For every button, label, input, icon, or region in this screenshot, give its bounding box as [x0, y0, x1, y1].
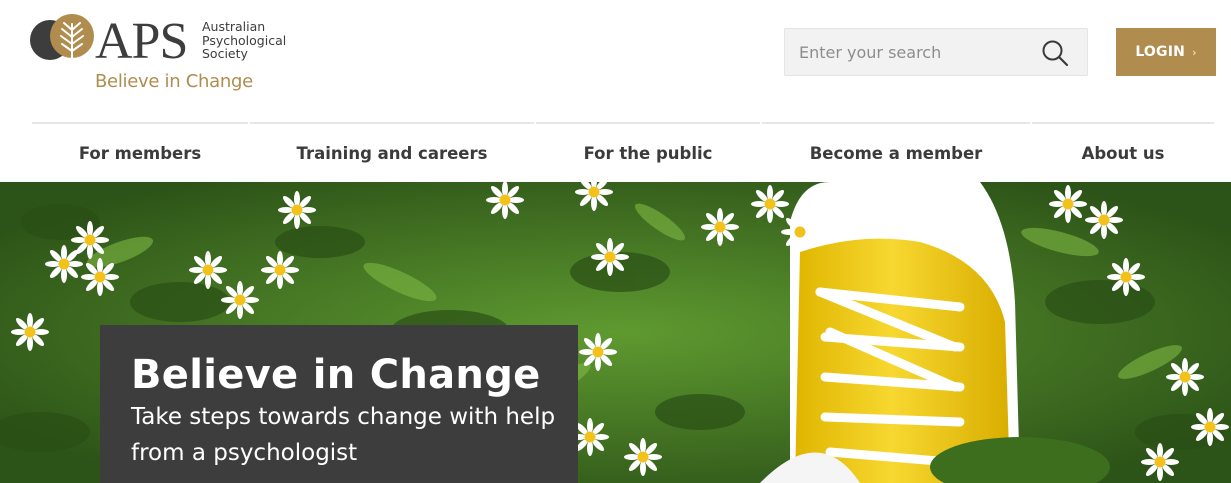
hero-caption-box: Believe in Change Take steps towards cha…: [100, 325, 578, 483]
aps-leaf-logo-icon: [30, 14, 94, 63]
nav-item-for-members[interactable]: For members: [32, 122, 248, 182]
chevron-right-icon: ›: [1192, 45, 1197, 59]
logo-org-line: Society: [202, 46, 248, 61]
logo-tagline: Believe in Change: [95, 71, 253, 92]
nav-item-become-a-member[interactable]: Become a member: [762, 122, 1030, 182]
search-icon[interactable]: [1041, 39, 1069, 67]
hero-title: Believe in Change: [131, 352, 541, 398]
logo-org-line: Psychological: [202, 32, 287, 48]
aps-logo[interactable]: APS Australian Psychological Society Bel…: [30, 10, 300, 100]
nav-item-training-and-careers[interactable]: Training and careers: [250, 122, 534, 182]
logo-acronym: APS: [95, 13, 188, 70]
hero-subtitle: Take steps towards change with help from…: [131, 404, 556, 466]
login-label: LOGIN: [1135, 44, 1186, 60]
logo-organisation-name: Australian Psychological Society: [202, 20, 302, 61]
nav-item-about-us[interactable]: About us: [1032, 122, 1214, 182]
hero-banner: Believe in Change Take steps towards cha…: [0, 182, 1231, 483]
logo-org-line: Australian: [202, 19, 266, 34]
nav-item-for-the-public[interactable]: For the public: [536, 122, 760, 182]
search-input[interactable]: [785, 29, 1035, 75]
search-bar: [784, 28, 1088, 76]
main-navigation: For members Training and careers For the…: [32, 122, 1214, 182]
login-button[interactable]: LOGIN ›: [1116, 28, 1216, 76]
site-header: APS Australian Psychological Society Bel…: [0, 0, 1231, 122]
